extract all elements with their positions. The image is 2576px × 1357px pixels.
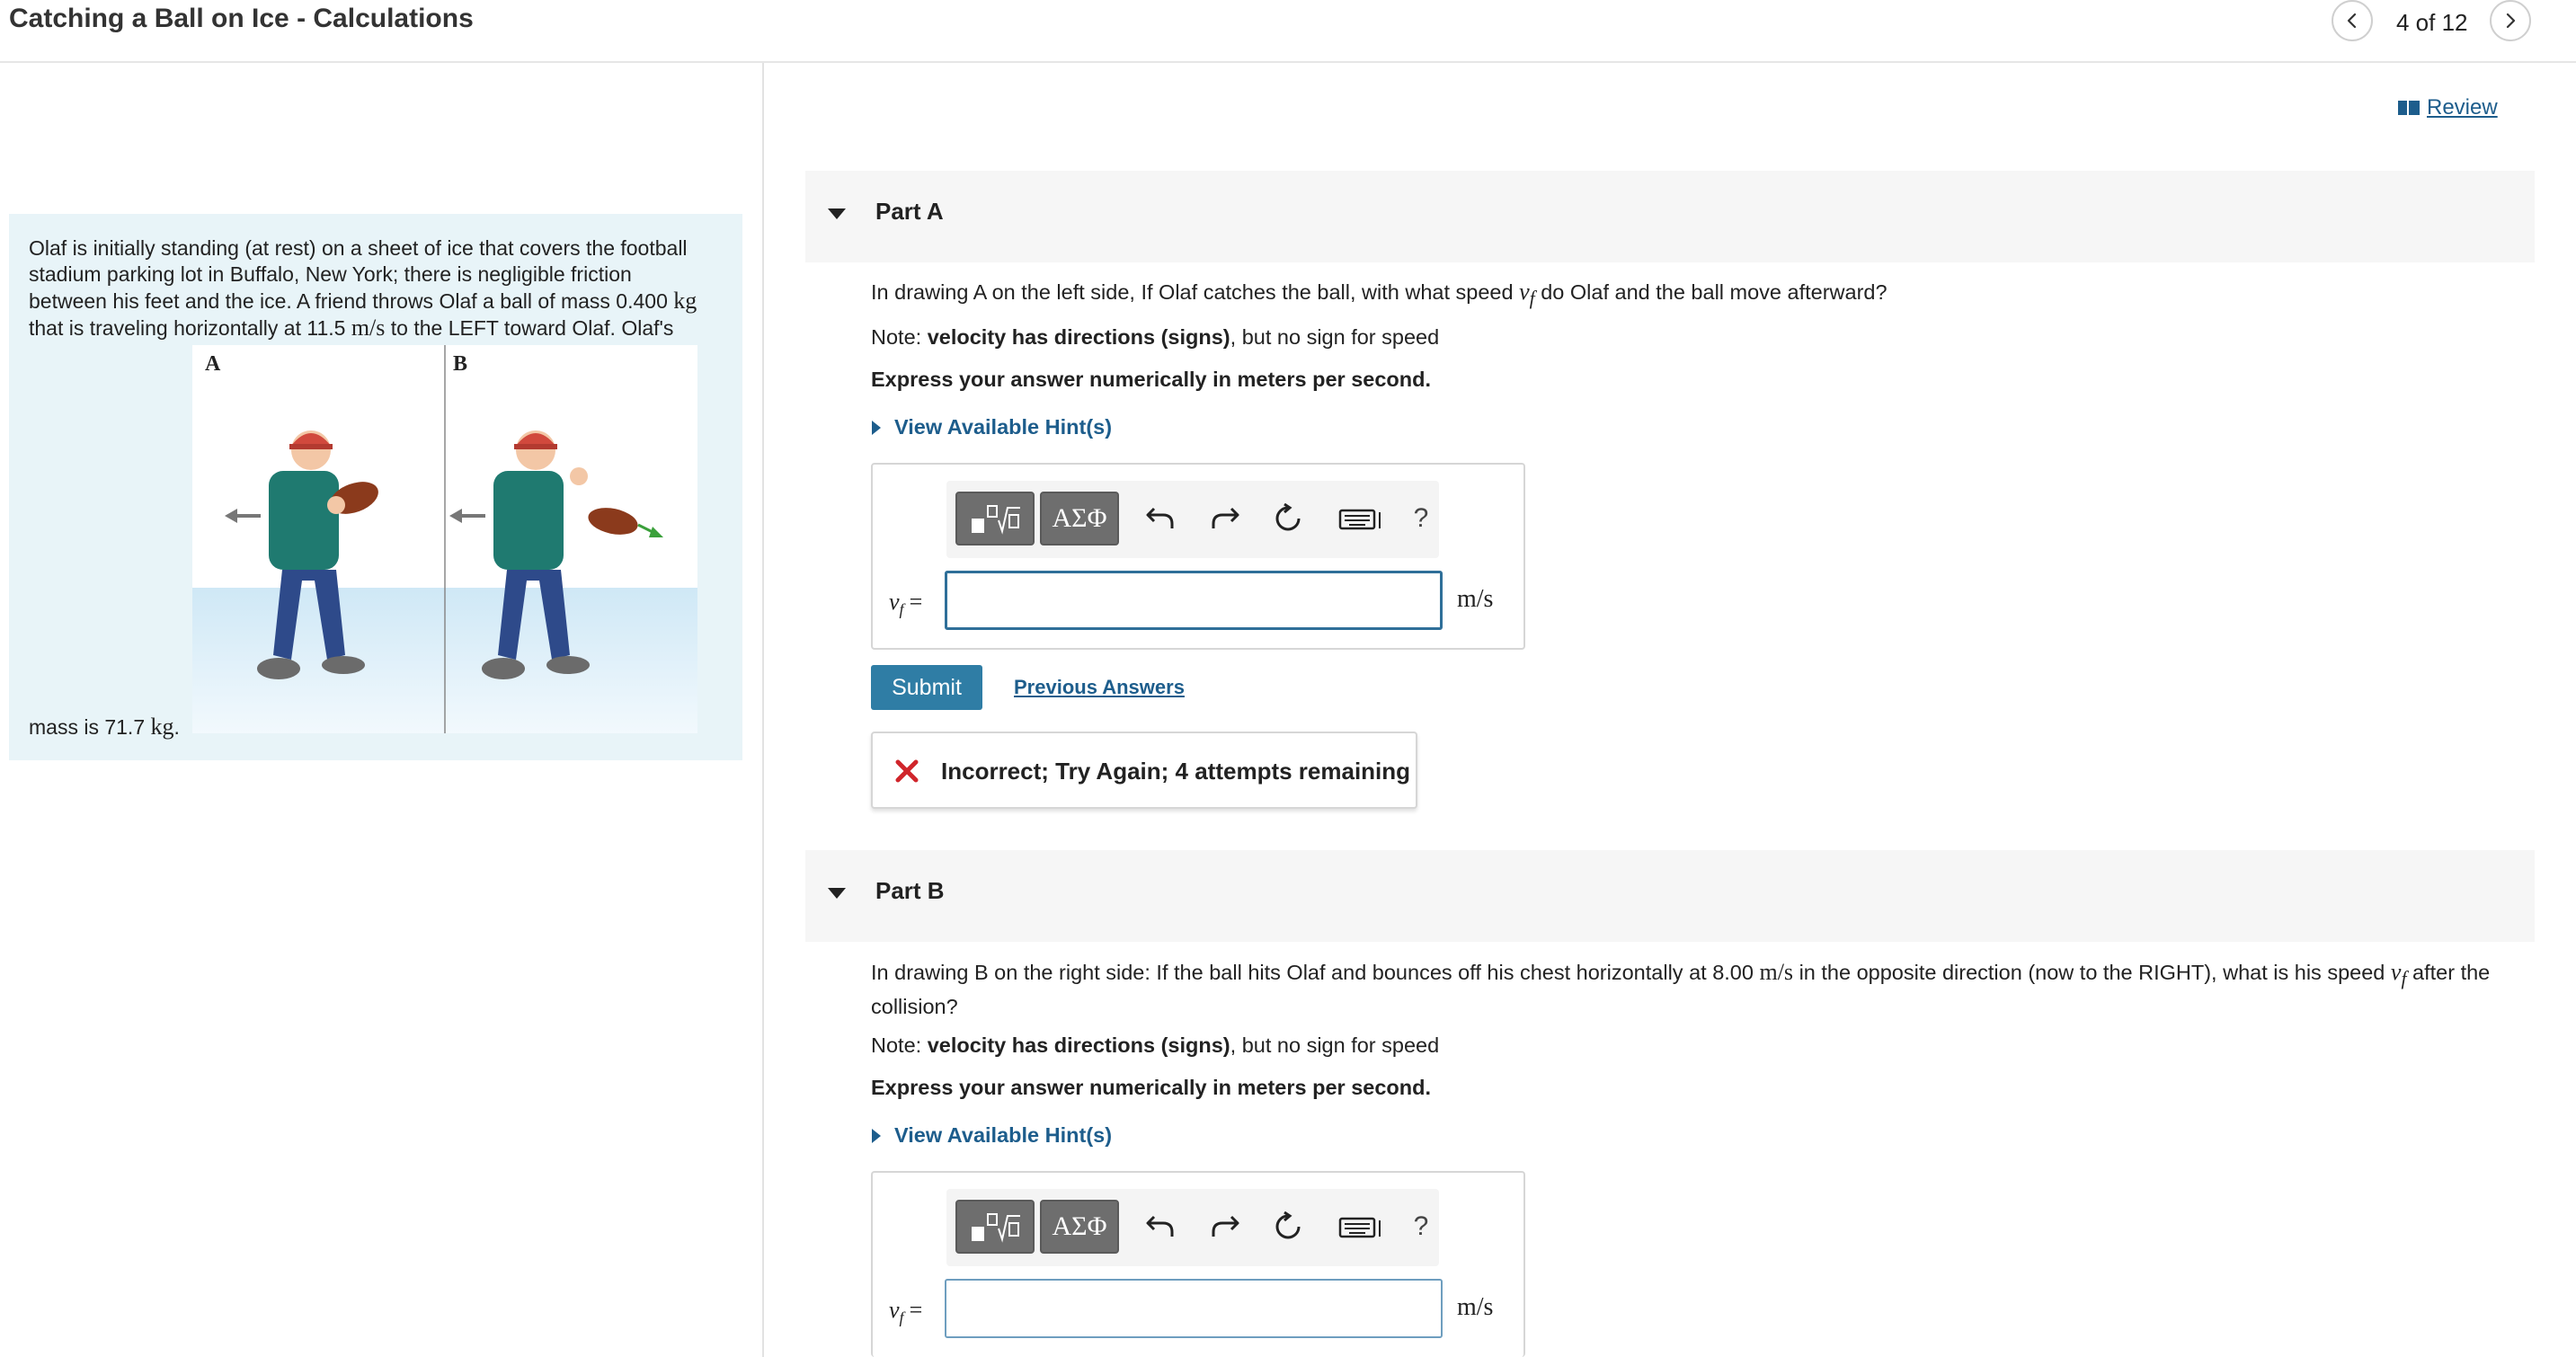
- part-a-answer-input[interactable]: [945, 571, 1443, 630]
- unit-kg: kg: [673, 288, 697, 314]
- chevron-right-icon: [2506, 13, 2516, 29]
- greek-letters-button[interactable]: ΑΣΦ: [1040, 492, 1119, 545]
- redo-button[interactable]: [1207, 501, 1243, 537]
- previous-page-button[interactable]: [2332, 0, 2373, 41]
- part-a-note: Note: velocity has directions (signs), b…: [871, 325, 1440, 349]
- submit-button[interactable]: Submit: [871, 665, 982, 710]
- reset-icon: [1275, 503, 1301, 531]
- hints-label: View Available Hint(s): [894, 415, 1113, 439]
- part-a-instructions: Express your answer numerically in meter…: [871, 368, 1432, 391]
- reset-button[interactable]: [1270, 501, 1306, 537]
- templates-button[interactable]: [955, 1200, 1035, 1254]
- keyboard-button[interactable]: [1335, 501, 1389, 537]
- answer-variable: vf =: [889, 589, 923, 619]
- keyboard-button[interactable]: [1335, 1209, 1389, 1245]
- reset-button[interactable]: [1270, 1209, 1306, 1245]
- part-b-label: Part B: [875, 877, 945, 904]
- previous-answers-link[interactable]: Previous Answers: [1014, 676, 1185, 699]
- templates-icon: [972, 1213, 1020, 1243]
- caret-right-icon: [872, 1128, 881, 1143]
- next-page-button[interactable]: [2490, 0, 2531, 41]
- redo-icon: [1212, 507, 1239, 528]
- velocity-symbol: vf: [2390, 959, 2407, 990]
- redo-button[interactable]: [1207, 1209, 1243, 1245]
- undo-button[interactable]: [1142, 1209, 1178, 1245]
- mass-text: mass is 71.7 kg.: [29, 714, 180, 740]
- part-b-instructions: Express your answer numerically in meter…: [871, 1076, 1432, 1099]
- part-b-header[interactable]: Part B: [805, 850, 2535, 942]
- part-b-question: In drawing B on the right side: If the b…: [871, 959, 2491, 1019]
- part-a-question: In drawing A on the left side, If Olaf c…: [871, 279, 1888, 310]
- page-position: 4 of 12: [2396, 9, 2468, 36]
- part-a-header[interactable]: Part A: [805, 171, 2535, 262]
- pane-divider[interactable]: [762, 63, 764, 1357]
- part-b-answer-box: ΑΣΦ ? vf = m/s: [871, 1171, 1525, 1357]
- olaf-figure: A B: [192, 345, 697, 733]
- help-button[interactable]: ?: [1403, 501, 1439, 537]
- feedback-message: Incorrect; Try Again; 4 attempts remaini…: [871, 732, 1417, 809]
- part-b-note: Note: velocity has directions (signs), b…: [871, 1033, 1440, 1057]
- hints-label: View Available Hint(s): [894, 1123, 1113, 1147]
- redo-icon: [1212, 1215, 1239, 1237]
- problem-statement: Olaf is initially standing (at rest) on …: [9, 214, 742, 760]
- templates-button[interactable]: [955, 492, 1035, 545]
- problem-line: that is traveling horizontally at 11.5 m…: [29, 315, 674, 341]
- problem-line: Olaf is initially standing (at rest) on …: [29, 236, 688, 260]
- templates-icon: [972, 505, 1020, 535]
- undo-button[interactable]: [1142, 501, 1178, 537]
- help-button[interactable]: ?: [1403, 1209, 1439, 1245]
- part-b-answer-input[interactable]: [945, 1279, 1443, 1338]
- unit-kg: kg: [150, 714, 174, 740]
- figure-label-b: B: [453, 352, 467, 376]
- math-toolbar: ΑΣΦ ?: [946, 481, 1439, 558]
- problem-line: between his feet and the ice. A friend t…: [29, 288, 697, 314]
- reset-icon: [1275, 1211, 1301, 1239]
- review-link[interactable]: Review: [2398, 95, 2498, 120]
- keyboard-icon: [1338, 1217, 1381, 1238]
- part-a-label: Part A: [875, 198, 944, 225]
- book-icon: [2398, 101, 2420, 115]
- answer-unit: m/s: [1457, 1293, 1494, 1321]
- part-a-answer-box: ΑΣΦ ? vf = m/s: [871, 463, 1525, 650]
- problem-text: Olaf is initially standing (at rest) on …: [29, 235, 739, 341]
- caret-right-icon: [872, 420, 881, 435]
- page-title: Catching a Ball on Ice - Calculations: [9, 4, 474, 33]
- answer-variable: vf =: [889, 1297, 923, 1327]
- problem-line: stadium parking lot in Buffalo, New York…: [29, 262, 632, 286]
- undo-icon: [1146, 507, 1174, 528]
- math-toolbar: ΑΣΦ ?: [946, 1189, 1439, 1266]
- review-label: Review: [2427, 95, 2498, 120]
- part-a-hints-toggle[interactable]: View Available Hint(s): [871, 415, 1112, 439]
- unit-ms: m/s: [1759, 959, 1794, 985]
- feedback-text: Incorrect; Try Again; 4 attempts remaini…: [941, 758, 1411, 785]
- undo-icon: [1146, 1215, 1174, 1237]
- velocity-symbol: vf: [1519, 279, 1535, 310]
- greek-letters-button[interactable]: ΑΣΦ: [1040, 1200, 1119, 1254]
- chevron-left-icon: [2347, 13, 2357, 29]
- caret-down-icon[interactable]: [827, 207, 847, 221]
- part-b-hints-toggle[interactable]: View Available Hint(s): [871, 1123, 1112, 1148]
- caret-down-icon[interactable]: [827, 886, 847, 900]
- error-x-icon: [895, 759, 919, 783]
- unit-ms: m/s: [351, 315, 386, 341]
- figure-label-a: A: [205, 352, 221, 376]
- top-bar: Catching a Ball on Ice - Calculations 4 …: [0, 0, 2576, 63]
- answer-unit: m/s: [1457, 585, 1494, 613]
- keyboard-icon: [1338, 509, 1381, 530]
